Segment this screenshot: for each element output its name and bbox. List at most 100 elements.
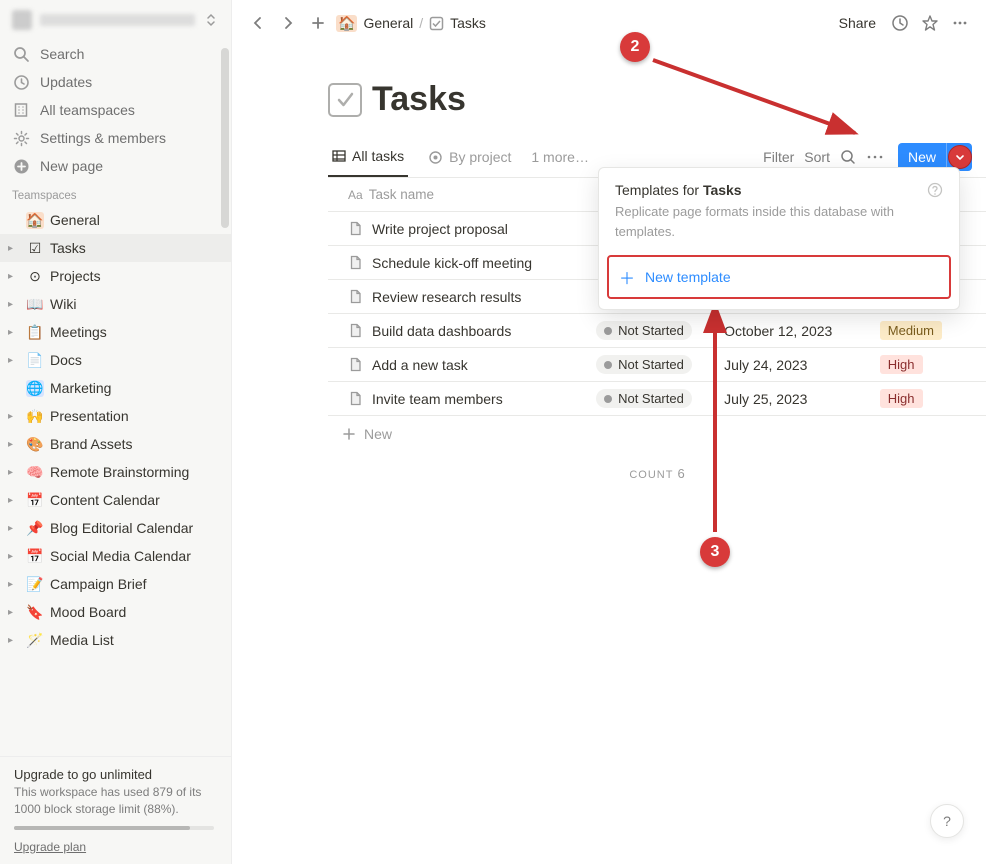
- page-icon[interactable]: [328, 83, 362, 117]
- gear-icon: [12, 130, 30, 147]
- upgrade-banner: Upgrade to go unlimited This workspace h…: [0, 756, 232, 864]
- help-fab[interactable]: ?: [930, 804, 964, 838]
- workspace-avatar: [12, 10, 32, 30]
- chevron-right-icon[interactable]: ▸: [8, 579, 20, 590]
- sidebar-item-projects[interactable]: ▸⊙Projects: [0, 262, 231, 290]
- chevron-right-icon[interactable]: ▸: [8, 551, 20, 562]
- table-row[interactable]: Invite team membersNot StartedJuly 25, 2…: [328, 382, 986, 416]
- star-icon[interactable]: [918, 11, 942, 35]
- help-icon[interactable]: [927, 182, 943, 198]
- page-emoji-icon: 🌐: [26, 380, 44, 397]
- chevron-right-icon[interactable]: ▸: [8, 635, 20, 646]
- view-options-icon[interactable]: [866, 149, 884, 165]
- new-row-button[interactable]: New: [328, 416, 986, 452]
- chevron-right-icon[interactable]: ▸: [8, 523, 20, 534]
- sidebar-search[interactable]: Search: [0, 40, 231, 68]
- breadcrumb-tasks[interactable]: Tasks: [450, 15, 486, 31]
- page-icon: [348, 255, 364, 270]
- sidebar-settings-members[interactable]: Settings & members: [0, 124, 231, 152]
- page-emoji-icon: 🪄: [26, 632, 44, 649]
- sidebar-item-content-calendar[interactable]: ▸📅Content Calendar: [0, 486, 231, 514]
- page-title[interactable]: Tasks: [372, 80, 466, 119]
- table-icon: [332, 149, 346, 163]
- chevron-right-icon[interactable]: ▸: [8, 299, 20, 310]
- workspace-name: [40, 14, 195, 26]
- new-tab-button[interactable]: [306, 11, 330, 35]
- page-emoji-icon: 🏠: [26, 212, 44, 229]
- priority-tag: High: [880, 389, 923, 408]
- sidebar-item-media-list[interactable]: ▸🪄Media List: [0, 626, 231, 654]
- sidebar-item-docs[interactable]: ▸📄Docs: [0, 346, 231, 374]
- sidebar-item-meetings[interactable]: ▸📋Meetings: [0, 318, 231, 346]
- sidebar-item-remote-brainstorming[interactable]: ▸🧠Remote Brainstorming: [0, 458, 231, 486]
- share-button[interactable]: Share: [833, 15, 882, 31]
- sidebar-new-page[interactable]: New page: [0, 152, 231, 180]
- nav-back-button[interactable]: [246, 11, 270, 35]
- task-name: Write project proposal: [372, 221, 508, 237]
- upgrade-subtitle: This workspace has used 879 of its 1000 …: [14, 784, 218, 818]
- upgrade-plan-link[interactable]: Upgrade plan: [14, 840, 86, 854]
- nav-forward-button[interactable]: [276, 11, 300, 35]
- chevron-updown-icon: [203, 12, 219, 28]
- sidebar-item-blog-editorial-calendar[interactable]: ▸📌Blog Editorial Calendar: [0, 514, 231, 542]
- status-pill: Not Started: [596, 355, 692, 374]
- popover-title: Templates for Tasks: [615, 182, 742, 198]
- chevron-right-icon[interactable]: ▸: [8, 607, 20, 618]
- table-row[interactable]: Add a new taskNot StartedJuly 24, 2023Hi…: [328, 348, 986, 382]
- task-name: Review research results: [372, 289, 521, 305]
- chevron-right-icon[interactable]: ▸: [8, 411, 20, 422]
- sidebar-updates[interactable]: Updates: [0, 68, 231, 96]
- table-row[interactable]: Build data dashboardsNot StartedOctober …: [328, 314, 986, 348]
- search-icon: [12, 46, 30, 63]
- sidebar-item-general[interactable]: 🏠General: [0, 206, 231, 234]
- teamspaces-heading: Teamspaces: [0, 180, 231, 206]
- chevron-right-icon[interactable]: ▸: [8, 439, 20, 450]
- sidebar-item-social-media-calendar[interactable]: ▸📅Social Media Calendar: [0, 542, 231, 570]
- filter-button[interactable]: Filter: [763, 149, 794, 165]
- sidebar-item-presentation[interactable]: ▸🙌Presentation: [0, 402, 231, 430]
- column-task-name[interactable]: Aa Task name: [328, 187, 588, 202]
- breadcrumb: 🏠 General / Tasks: [336, 15, 486, 32]
- checkbox-icon: [429, 16, 444, 31]
- storage-progress-bar: [14, 826, 214, 830]
- building-icon: [12, 102, 30, 118]
- new-template-button[interactable]: ＋ New template: [607, 255, 951, 299]
- workspace-switcher[interactable]: [0, 0, 231, 40]
- breadcrumb-general[interactable]: General: [363, 15, 413, 31]
- sidebar-item-wiki[interactable]: ▸📖Wiki: [0, 290, 231, 318]
- sidebar-item-tasks[interactable]: ▸☑Tasks: [0, 234, 231, 262]
- sidebar-item-mood-board[interactable]: ▸🔖Mood Board: [0, 598, 231, 626]
- sidebar-item-marketing[interactable]: 🌐Marketing: [0, 374, 231, 402]
- chevron-right-icon[interactable]: ▸: [8, 467, 20, 478]
- chevron-right-icon[interactable]: ▸: [8, 327, 20, 338]
- sidebar-scrollbar[interactable]: [221, 48, 229, 228]
- status-pill: Not Started: [596, 389, 692, 408]
- sidebar-item-brand-assets[interactable]: ▸🎨Brand Assets: [0, 430, 231, 458]
- chevron-right-icon[interactable]: ▸: [8, 355, 20, 366]
- view-tab-label: All tasks: [352, 148, 404, 164]
- task-name: Build data dashboards: [372, 323, 511, 339]
- chevron-right-icon[interactable]: ▸: [8, 495, 20, 506]
- priority-tag: High: [880, 355, 923, 374]
- chevron-right-icon[interactable]: ▸: [8, 243, 20, 254]
- sort-button[interactable]: Sort: [804, 149, 830, 165]
- chevron-right-icon[interactable]: ▸: [8, 271, 20, 282]
- page-emoji-icon: 🧠: [26, 464, 44, 481]
- page-emoji-icon: 🎨: [26, 436, 44, 453]
- view-tab-by-project[interactable]: By project: [424, 137, 515, 177]
- clock-icon: [12, 74, 30, 91]
- view-tab-all-tasks[interactable]: All tasks: [328, 137, 408, 177]
- view-more[interactable]: 1 more…: [531, 149, 589, 165]
- page-emoji-icon: 📋: [26, 324, 44, 341]
- home-icon: 🏠: [336, 15, 357, 32]
- upgrade-title: Upgrade to go unlimited: [14, 767, 218, 782]
- templates-popover: Templates for Tasks Replicate page forma…: [598, 167, 960, 310]
- more-icon[interactable]: [948, 11, 972, 35]
- sidebar-all-teamspaces[interactable]: All teamspaces: [0, 96, 231, 124]
- status-pill: Not Started: [596, 321, 692, 340]
- clock-icon[interactable]: [888, 11, 912, 35]
- task-name: Invite team members: [372, 391, 503, 407]
- search-icon[interactable]: [840, 149, 856, 165]
- sidebar-item-campaign-brief[interactable]: ▸📝Campaign Brief: [0, 570, 231, 598]
- main-content: Tasks All tasks By project 1 more… Filte…: [232, 46, 986, 864]
